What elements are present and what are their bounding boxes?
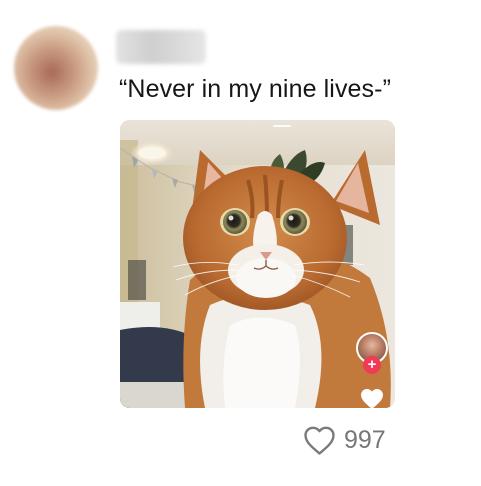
plus-icon[interactable]: + bbox=[363, 356, 381, 374]
drag-handle bbox=[273, 125, 291, 127]
video-thumbnail[interactable]: + bbox=[120, 120, 395, 408]
heart-filled-icon[interactable] bbox=[360, 388, 384, 408]
comment-text: “Never in my nine lives-” bbox=[119, 75, 392, 103]
username-redacted[interactable] bbox=[116, 30, 206, 64]
like-count: 997 bbox=[344, 426, 386, 454]
cat-video-frame bbox=[120, 120, 395, 408]
heart-outline-icon[interactable] bbox=[303, 425, 336, 456]
user-avatar[interactable] bbox=[14, 26, 98, 110]
like-control[interactable]: 997 bbox=[303, 423, 386, 457]
